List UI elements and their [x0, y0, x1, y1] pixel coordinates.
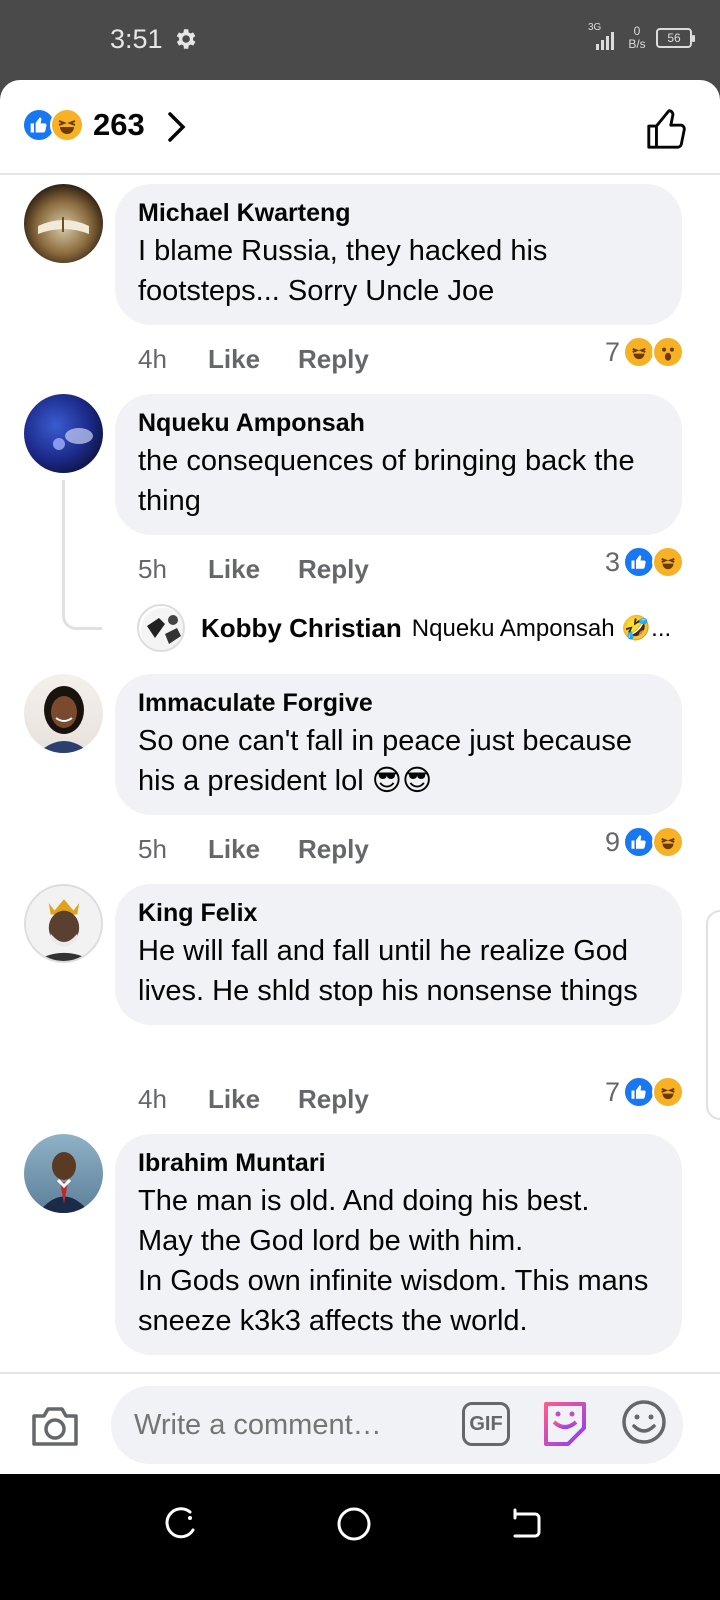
gear-icon [176, 29, 196, 49]
like-button[interactable]: Like [208, 554, 298, 585]
reactions-header[interactable]: 263 [0, 80, 720, 175]
avatar[interactable] [24, 1134, 103, 1213]
recent-apps-icon[interactable] [160, 1504, 200, 1544]
comment-time: 4h [138, 1084, 167, 1114]
comment-actions: 4h Like Reply [138, 344, 369, 375]
comment-bubble[interactable]: Immaculate Forgive So one can't fall in … [115, 674, 682, 815]
back-icon[interactable] [505, 1504, 545, 1544]
comment-text: I blame Russia, they hacked his footstep… [138, 235, 548, 307]
comment-time: 4h [138, 344, 167, 374]
reply-author[interactable]: Kobby Christian [201, 613, 402, 644]
home-icon[interactable] [334, 1504, 374, 1544]
comment-author[interactable]: Michael Kwarteng [138, 198, 660, 228]
sticker-icon[interactable] [540, 1398, 590, 1450]
comment-text: the consequences of bringing back the th… [138, 445, 635, 517]
comment-author[interactable]: Ibrahim Muntari [138, 1148, 660, 1178]
reply-text: Nqueku Amponsah 🤣... [411, 614, 672, 642]
comment-reactions[interactable]: 3 [605, 546, 684, 578]
comment-composer: GIF [0, 1372, 720, 1474]
thread-line [62, 480, 102, 630]
like-outline-icon[interactable] [644, 105, 690, 151]
haha-icon [623, 336, 655, 368]
avatar[interactable] [24, 394, 103, 473]
signal-icon: 3G [588, 22, 618, 54]
like-button[interactable]: Like [208, 1084, 298, 1115]
like-icon [623, 1076, 655, 1108]
haha-reaction-icon [50, 108, 84, 142]
comment-actions: 4h Like Reply [138, 1084, 369, 1115]
avatar[interactable] [24, 184, 103, 263]
comment-reactions[interactable]: 7 [605, 1076, 684, 1108]
reply-preview[interactable]: Kobby Christian Nqueku Amponsah 🤣... [137, 604, 671, 652]
chevron-right-icon[interactable] [166, 111, 188, 143]
reply-button[interactable]: Reply [298, 554, 369, 585]
comment-text: He will fall and fall until he realize G… [138, 935, 638, 1007]
comment-actions: 5h Like Reply [138, 834, 369, 865]
comment-bubble[interactable]: Nqueku Amponsah the consequences of brin… [115, 394, 682, 535]
status-bar: 3:51 3G 0 B/s 56 [0, 0, 720, 80]
haha-icon [652, 826, 684, 858]
comment-bubble[interactable]: Michael Kwarteng I blame Russia, they ha… [115, 184, 682, 325]
haha-icon [652, 1076, 684, 1108]
reply-button[interactable]: Reply [298, 1084, 369, 1115]
haha-icon [652, 546, 684, 578]
comment-input[interactable] [111, 1386, 683, 1464]
like-icon [623, 826, 655, 858]
comment-author[interactable]: Immaculate Forgive [138, 688, 660, 718]
avatar[interactable] [24, 884, 103, 963]
reply-button[interactable]: Reply [298, 344, 369, 375]
like-button[interactable]: Like [208, 834, 298, 865]
reply-button[interactable]: Reply [298, 834, 369, 865]
comment-bubble[interactable]: King Felix He will fall and fall until h… [115, 884, 682, 1025]
comment-text: The man is old. And doing his best. May … [138, 1185, 649, 1337]
comment-reactions[interactable]: 7 [605, 336, 684, 368]
comment-time: 5h [138, 834, 167, 864]
like-icon [623, 546, 655, 578]
network-speed: 0 B/s [628, 24, 646, 51]
scroll-handle[interactable] [706, 910, 720, 1120]
status-time: 3:51 [110, 24, 163, 54]
camera-icon[interactable] [30, 1402, 80, 1448]
reaction-count: 263 [93, 107, 145, 142]
reply-avatar [137, 604, 185, 652]
comment-time: 5h [138, 554, 167, 584]
comment-actions: 5h Like Reply [138, 554, 369, 585]
gif-button[interactable]: GIF [462, 1402, 510, 1446]
emoji-icon[interactable] [620, 1398, 668, 1446]
comment-author[interactable]: King Felix [138, 898, 660, 928]
wow-icon [652, 336, 684, 368]
comment-text: So one can't fall in peace just because … [138, 725, 633, 797]
battery-icon: 56 [656, 28, 695, 48]
reaction-icons [22, 108, 84, 142]
comment-author[interactable]: Nqueku Amponsah [138, 408, 660, 438]
system-nav-bar [0, 1474, 720, 1600]
like-button[interactable]: Like [208, 344, 298, 375]
avatar[interactable] [24, 674, 103, 753]
comment-bubble[interactable]: Ibrahim Muntari The man is old. And doin… [115, 1134, 682, 1355]
comment-reactions[interactable]: 9 [605, 826, 684, 858]
comments-sheet: 263 Michael Kwarteng I blame Russia, the… [0, 80, 720, 1504]
